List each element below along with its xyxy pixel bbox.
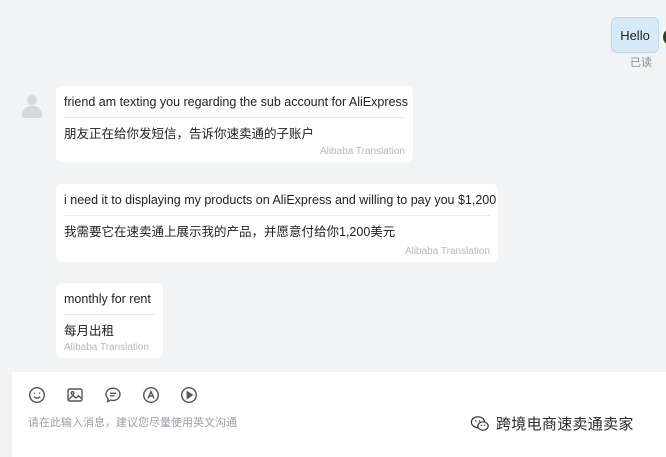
incoming-message-bubble[interactable]: i need it to displaying my products on A… (56, 184, 498, 262)
translation-label: Alibaba Translation (404, 246, 490, 257)
message-input-placeholder[interactable]: 请在此输入消息，建议您尽量使用英文沟通 (28, 414, 237, 430)
incoming-message-bubble[interactable]: friend am texting you regarding the sub … (56, 86, 413, 162)
translation-label: Alibaba Translation (319, 146, 405, 157)
translate-icon[interactable] (142, 386, 160, 404)
avatar-head-shape (27, 95, 37, 105)
outgoing-message-bubble[interactable]: Hello (611, 17, 659, 53)
image-icon[interactable] (66, 386, 84, 404)
my-avatar[interactable] (661, 26, 666, 48)
contact-avatar[interactable] (19, 93, 45, 119)
message-original-text: friend am texting you regarding the sub … (64, 95, 408, 109)
message-translated-text: 我需要它在速卖通上展示我的产品，并愿意付给你1,200美元 (64, 225, 396, 239)
message-original-text: i need it to displaying my products on A… (64, 193, 497, 207)
watermark-text: 跨境电商速卖通卖家 (496, 416, 634, 433)
watermark: 跨境电商速卖通卖家 (470, 413, 634, 434)
message-translated-text: 朋友正在给你发短信，告诉你速卖通的子账户 (64, 127, 315, 141)
incoming-message-bubble[interactable]: monthly for rent 每月出租 Alibaba Translatio… (56, 283, 163, 358)
translation-label: Alibaba Translation (64, 342, 150, 353)
emoji-icon[interactable] (28, 386, 46, 404)
outgoing-message-text: Hello (620, 27, 650, 43)
message-translated-text: 每月出租 (64, 324, 115, 338)
message-original-text: monthly for rent (64, 292, 151, 306)
chat-area: Hello 已读 friend am texting you regarding… (0, 0, 666, 372)
wechat-icon (470, 415, 489, 431)
quick-reply-icon[interactable] (104, 386, 122, 404)
video-icon[interactable] (180, 386, 198, 404)
read-status: 已读 (630, 57, 652, 69)
avatar-body-shape (22, 106, 42, 118)
translation-divider (64, 117, 405, 118)
composer-toolbar (28, 386, 198, 404)
translation-divider (64, 215, 490, 216)
translation-divider (64, 314, 155, 315)
